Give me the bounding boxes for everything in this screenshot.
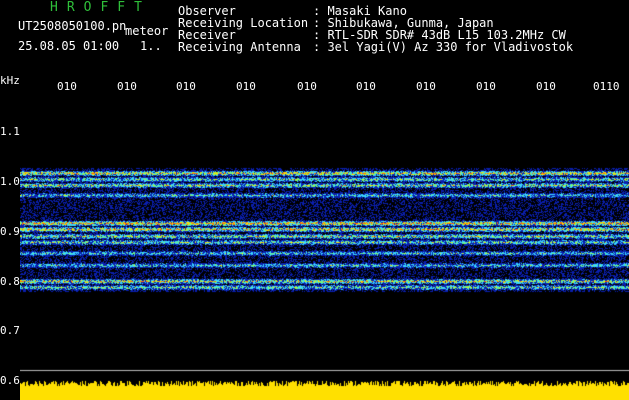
time-tick: 010 bbox=[176, 80, 196, 93]
app-brand: HROFFT bbox=[50, 0, 151, 15]
axis-unit-label: kHz bbox=[0, 74, 20, 87]
frequency-tick: 0.9 bbox=[0, 225, 20, 238]
frequency-tick: 0.6 bbox=[0, 374, 20, 387]
time-tick: 010 bbox=[476, 80, 496, 93]
time-tick: 010 bbox=[297, 80, 317, 93]
time-tick: 0110 bbox=[593, 80, 620, 93]
time-tick: 010 bbox=[236, 80, 256, 93]
time-tick: 010 bbox=[117, 80, 137, 93]
mode-label: meteor bbox=[125, 24, 169, 38]
time-tick: 010 bbox=[356, 80, 376, 93]
time-tick: 010 bbox=[536, 80, 556, 93]
frequency-tick: 0.7 bbox=[0, 324, 20, 337]
time-tick: 010 bbox=[416, 80, 436, 93]
date-time: 25.08.05 01:00 bbox=[18, 39, 120, 53]
antenna-value: : 3el Yagi(V) Az 330 for Vladivostok bbox=[313, 40, 574, 54]
frequency-tick: 1.1 bbox=[0, 125, 20, 138]
frame-counter: 1.. bbox=[140, 39, 162, 53]
frequency-tick: 0.8 bbox=[0, 275, 20, 288]
antenna-label: Receiving Antenna bbox=[178, 40, 301, 54]
frequency-tick: 1.0 bbox=[0, 175, 20, 188]
spectrogram-display bbox=[20, 95, 629, 400]
file-name: UT2508050100.pn bbox=[18, 19, 127, 33]
time-tick: 010 bbox=[57, 80, 77, 93]
